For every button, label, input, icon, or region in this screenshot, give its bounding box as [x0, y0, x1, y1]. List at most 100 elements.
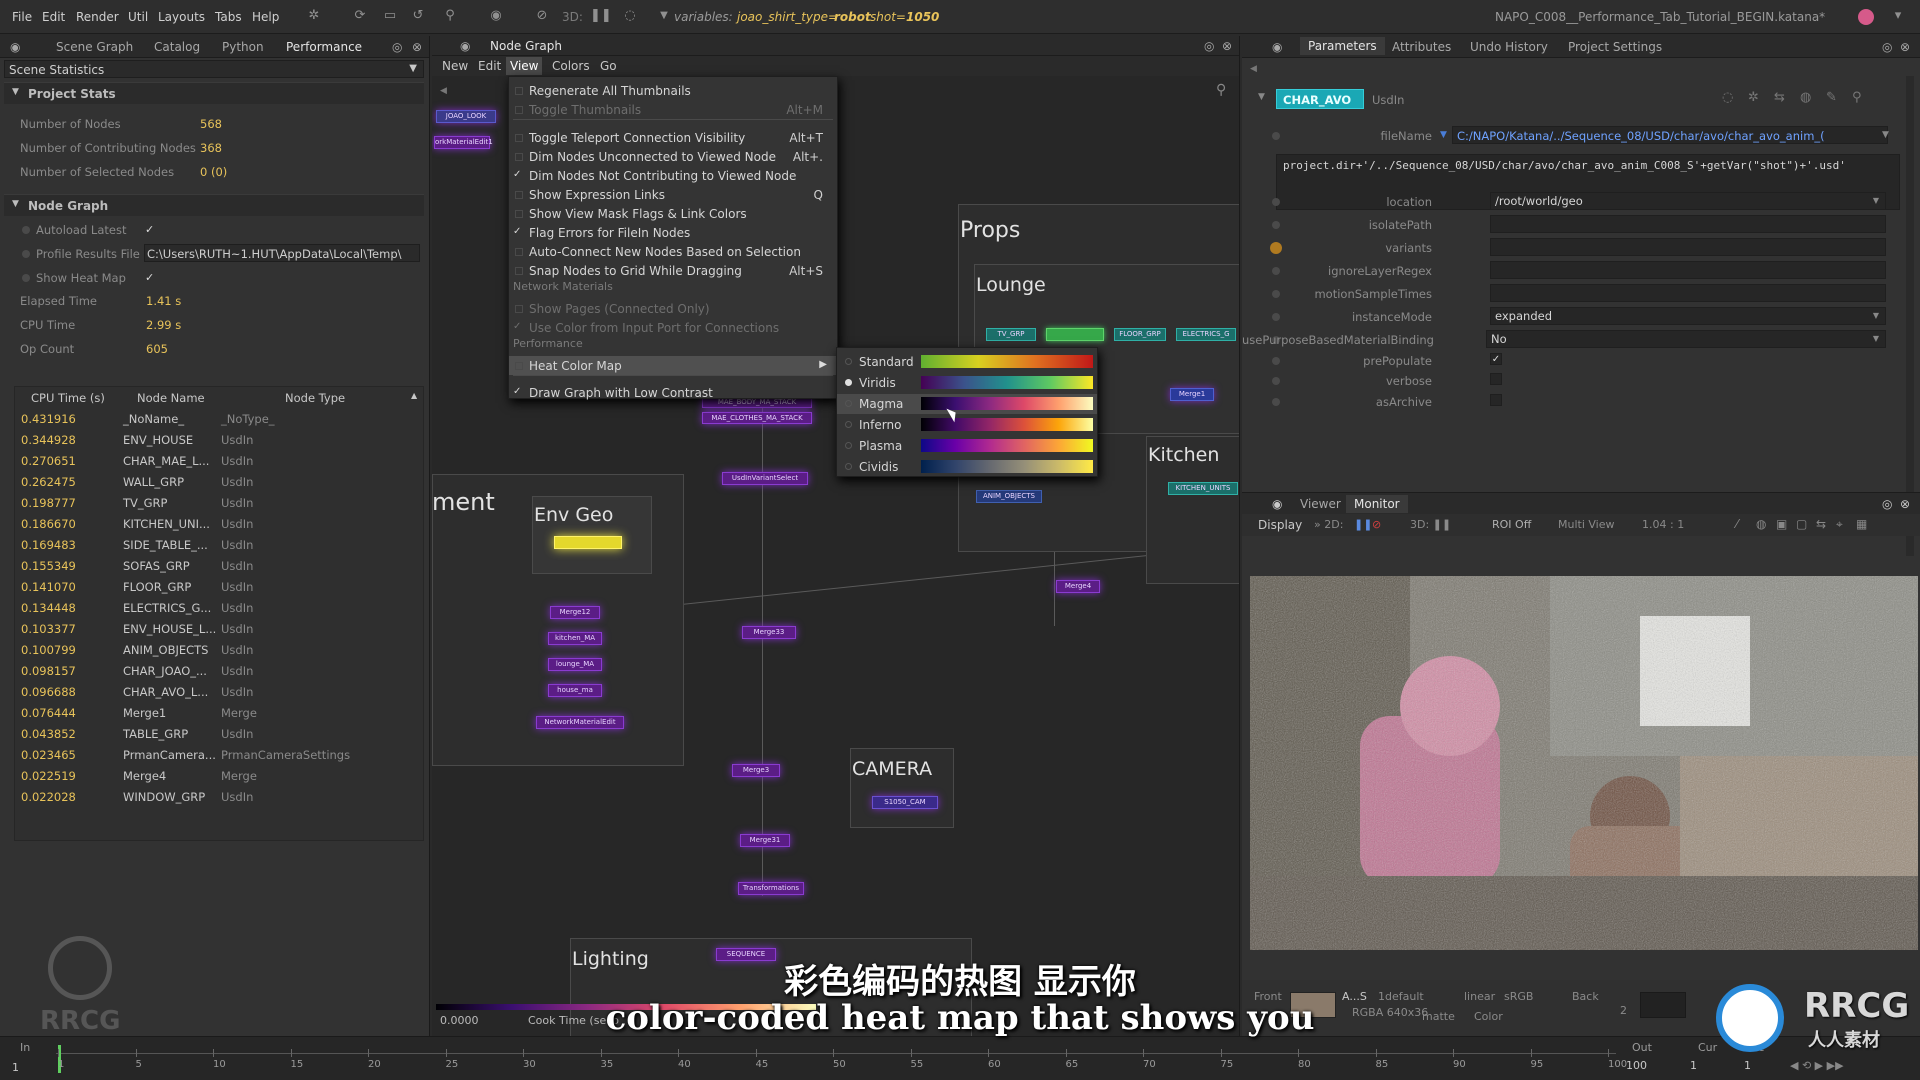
search-icon[interactable]: ⚲	[1216, 82, 1226, 98]
param-checkbox[interactable]: ✓	[1490, 353, 1502, 365]
flowchart-icon[interactable]: ⇆	[1774, 90, 1785, 105]
menu-help[interactable]: Help	[252, 10, 279, 24]
mode-3d-icon[interactable]: 3D: ❚❚	[1410, 518, 1451, 531]
view-menu-item[interactable]: Snap Nodes to Grid While Dragging Alt+S	[509, 261, 837, 280]
tab-scene-graph[interactable]: Scene Graph	[56, 40, 133, 54]
node-merge3[interactable]: Merge3	[732, 764, 780, 777]
stats-dropdown[interactable]: Scene Statistics ▼	[4, 60, 424, 78]
wrench-icon[interactable]: ✎	[1826, 90, 1837, 105]
node-floor-grp[interactable]: FLOOR_GRP	[1114, 328, 1166, 341]
ng-menu-edit[interactable]: Edit	[478, 59, 501, 73]
node-merge4[interactable]: Merge4	[1056, 580, 1100, 593]
table-row[interactable]: 0.198777 TV_GRP UsdIn	[15, 493, 405, 513]
node-kitchen-ma[interactable]: kitchen_MA	[548, 632, 602, 645]
table-row[interactable]: 0.186670 KITCHEN_UNI... UsdIn	[15, 514, 405, 534]
menu-tabs[interactable]: Tabs	[215, 10, 242, 24]
heat-map-option[interactable]: Cividis	[837, 457, 1097, 477]
param-checkbox[interactable]	[1490, 394, 1502, 406]
pin-icon[interactable]: ◎	[1882, 40, 1892, 54]
table-row[interactable]: 0.043852 TABLE_GRP UsdIn	[15, 724, 405, 744]
param-field[interactable]: No ▼	[1486, 330, 1886, 348]
ng-menu-view[interactable]: View	[506, 57, 543, 75]
grid-icon[interactable]: ▦	[1856, 517, 1867, 531]
node-lounge-ma[interactable]: lounge_MA	[548, 658, 602, 671]
table-row[interactable]: 0.344928 ENV_HOUSE UsdIn	[15, 430, 405, 450]
stop-icon[interactable]: ◌	[622, 8, 638, 24]
param-field[interactable]	[1490, 284, 1886, 302]
tab-viewer[interactable]: Viewer	[1300, 497, 1341, 511]
timeline[interactable]: In 1 1 5 10 15 20 25 30 35 40 45 50 55 60 65 70 75 80 85 9…	[0, 1036, 1920, 1080]
menu-render[interactable]: Render	[76, 10, 119, 24]
in-value[interactable]: 1	[12, 1061, 19, 1074]
frame-icon[interactable]: ▢	[1796, 517, 1807, 531]
menu-layouts[interactable]: Layouts	[158, 10, 205, 24]
view-menu-item[interactable]: Heat Color Map ▶	[509, 356, 837, 375]
user-avatar-icon[interactable]	[1858, 9, 1874, 25]
view-menu-item[interactable]: Dim Nodes Unconnected to Viewed Node Alt+…	[509, 147, 837, 166]
node-green[interactable]	[1046, 328, 1104, 341]
pin-icon[interactable]: ◎	[392, 40, 402, 54]
node-env-house[interactable]	[554, 536, 622, 549]
node-merge31[interactable]: Merge31	[740, 834, 790, 847]
close-icon[interactable]: ⊗	[1900, 40, 1910, 54]
table-row[interactable]: 0.431916 _NoName_ _NoType_	[15, 409, 405, 429]
pane-icon[interactable]: ◉	[1272, 497, 1282, 511]
inc-value[interactable]: 1	[1744, 1059, 1751, 1072]
tab-parameters[interactable]: Parameters	[1300, 37, 1385, 55]
pane-icon[interactable]: ◉	[460, 39, 470, 53]
pause-icon[interactable]: ❚❚	[1354, 518, 1372, 531]
render-image[interactable]	[1250, 576, 1918, 950]
node-network-material-edit[interactable]: orkMaterialEdit1	[434, 136, 493, 149]
multiview-dropdown[interactable]: Multi View	[1558, 518, 1615, 531]
node-usd-in-variant-select[interactable]: UsdInVariantSelect	[722, 472, 808, 485]
col-header-name[interactable]: Node Name	[137, 391, 205, 405]
node-mae-clothes[interactable]: MAE_CLOTHES_MA_STACK	[702, 412, 812, 424]
menu-overflow-icon[interactable]: ▾	[1890, 8, 1906, 24]
pause-icon[interactable]: ❚❚	[590, 8, 612, 24]
heat-map-option[interactable]: Plasma	[837, 436, 1097, 456]
table-row[interactable]: 0.023465 PrmanCamera... PrmanCameraSetting…	[15, 745, 405, 765]
gear-icon[interactable]: ✲	[1748, 90, 1759, 105]
tab-catalog[interactable]: Catalog	[154, 40, 200, 54]
pin-icon[interactable]: ◎	[1882, 497, 1892, 511]
dropdown-arrow-icon[interactable]: ▼	[656, 8, 672, 24]
ng-menu-go[interactable]: Go	[600, 59, 617, 73]
play-controls-icon[interactable]: ◀ ⟲ ▶ ▶▶	[1790, 1059, 1844, 1072]
out-value[interactable]: 100	[1626, 1059, 1647, 1072]
view-menu-item[interactable]: Flag Errors for FileIn Nodes ✓	[509, 223, 837, 242]
view-menu-item[interactable]: Draw Graph with Low Contrast ✓	[509, 383, 837, 402]
node-merge12[interactable]: Merge12	[550, 606, 600, 619]
view-menu-item[interactable]: Dim Nodes Not Contributing to Viewed Nod…	[509, 166, 837, 185]
ng-menu-colors[interactable]: Colors	[552, 59, 590, 73]
project-stats-header[interactable]: ▼ Project Stats	[4, 82, 424, 104]
chevron-down-icon[interactable]: ▼	[1882, 130, 1889, 140]
variables-shirt[interactable]: joao_shirt_type=	[737, 10, 838, 24]
snapshot-icon[interactable]: ▣	[1776, 517, 1787, 531]
node-merge1[interactable]: Merge1	[1170, 388, 1214, 401]
pin-icon[interactable]: ◎	[1204, 39, 1214, 53]
table-row[interactable]: 0.022028 WINDOW_GRP UsdIn	[15, 787, 405, 807]
comment-icon[interactable]: ◍	[1800, 90, 1811, 105]
param-field[interactable]	[1490, 261, 1886, 279]
pane-icon[interactable]: ◉	[1272, 40, 1282, 54]
autoload-checkbox[interactable]: ✓	[145, 223, 154, 236]
variables-shot-label[interactable]: shot=	[870, 10, 906, 24]
roi-dropdown[interactable]: ROI Off	[1492, 518, 1531, 531]
param-checkbox[interactable]	[1490, 373, 1502, 385]
table-row[interactable]: 0.141070 FLOOR_GRP UsdIn	[15, 577, 405, 597]
table-row[interactable]: 0.096688 CHAR_AVO_L... UsdIn	[15, 682, 405, 702]
table-row[interactable]: 0.262475 WALL_GRP UsdIn	[15, 472, 405, 492]
comment-icon[interactable]: ◍	[1756, 517, 1766, 531]
view-menu-item[interactable]: Auto-Connect New Nodes Based on Selectio…	[509, 242, 837, 261]
rerender-icon[interactable]: ↺	[410, 8, 426, 24]
mode-2d-icon[interactable]: » 2D:	[1314, 518, 1343, 531]
param-field[interactable]: /root/world/geo ▼	[1490, 192, 1886, 210]
view-menu-item[interactable]: Show Expression Links Q	[509, 185, 837, 204]
menu-util[interactable]: Util	[128, 10, 148, 24]
record-icon[interactable]: ⊘	[1372, 518, 1381, 531]
node-camera[interactable]: S1050_CAM	[872, 796, 938, 809]
crosshair-icon[interactable]: ⌖	[1836, 517, 1843, 532]
pane-icon[interactable]: ◉	[10, 40, 20, 54]
refresh-icon[interactable]: ⟳	[352, 8, 368, 24]
node-merge33[interactable]: Merge33	[742, 626, 796, 639]
